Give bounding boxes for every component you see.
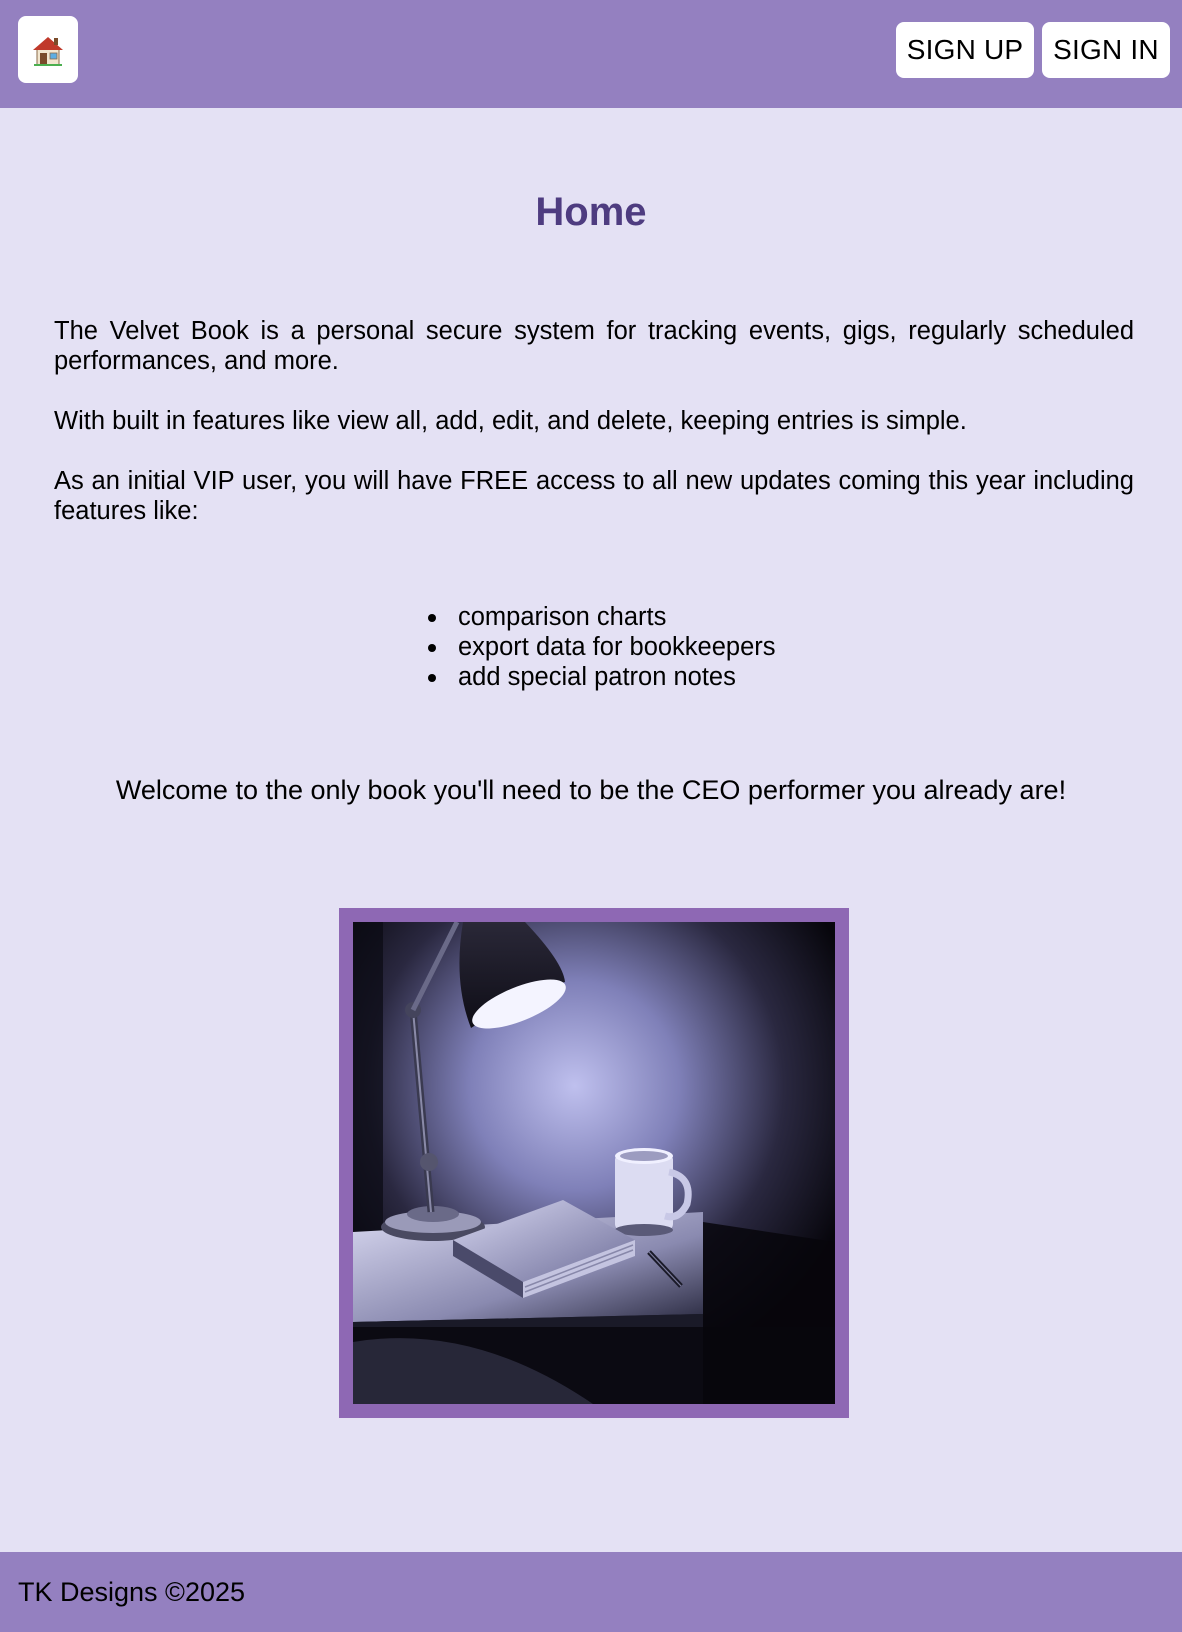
bullet-icon [428, 614, 436, 622]
bullet-icon [428, 644, 436, 652]
intro-paragraph: The Velvet Book is a personal secure sys… [54, 317, 1134, 375]
top-navbar: SIGN UP SIGN IN [0, 0, 1182, 108]
copyright-text: TK Designs ©2025 [18, 1577, 246, 1607]
photo-frame [339, 908, 849, 1418]
bullet-icon [428, 674, 436, 682]
list-item-label: comparison charts [458, 603, 667, 631]
home-button[interactable] [18, 16, 78, 83]
house-icon [33, 36, 63, 66]
vip-paragraph: As an initial VIP user, you will have FR… [54, 467, 1134, 525]
list-item-label: add special patron notes [458, 663, 736, 691]
welcome-message: Welcome to the only book you'll need to … [115, 775, 1067, 805]
page-footer: TK Designs ©2025 [0, 1552, 1182, 1632]
desk-lamp-photo [353, 922, 835, 1404]
list-item-label: export data for bookkeepers [458, 633, 776, 661]
features-paragraph: With built in features like view all, ad… [54, 407, 967, 435]
list-item: add special patron notes [428, 662, 776, 692]
upcoming-features-list: comparison charts export data for bookke… [428, 602, 776, 692]
sign-in-button[interactable]: SIGN IN [1042, 22, 1170, 78]
list-item: comparison charts [428, 602, 776, 632]
page-title: Home [535, 190, 647, 234]
list-item: export data for bookkeepers [428, 632, 776, 662]
sign-up-button[interactable]: SIGN UP [896, 22, 1034, 78]
